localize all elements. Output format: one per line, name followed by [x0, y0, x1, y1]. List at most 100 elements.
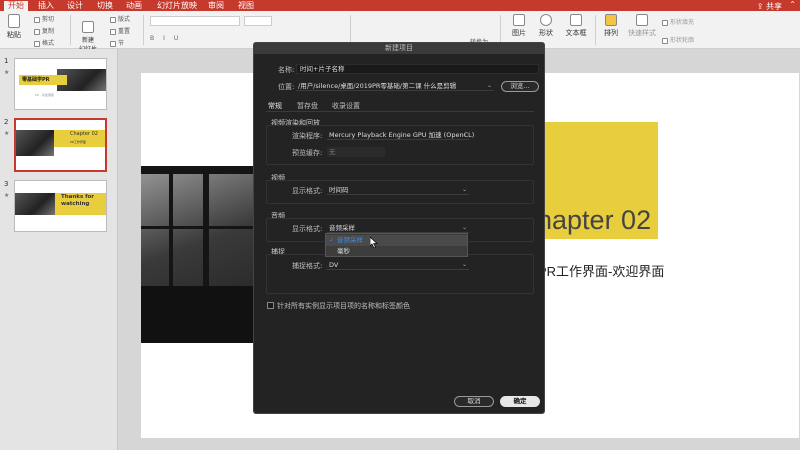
reset-label: 重置 — [118, 28, 131, 35]
cancel-button[interactable]: 取消 — [454, 396, 494, 407]
scissors-icon — [34, 16, 40, 23]
thumbnail-title: Thanks for watching — [61, 194, 95, 207]
shape-button[interactable]: 形状 — [535, 14, 557, 38]
quick-styles-button[interactable]: 快速样式 — [627, 14, 657, 38]
show-label-color-checkbox[interactable] — [267, 302, 274, 309]
chevron-down-icon: ⌄ — [486, 82, 492, 89]
star-icon: ★ — [4, 69, 10, 76]
location-select[interactable]: /用户/silence/桌面/2019PR零基础/第二课 什么是剪辑 ⌄ — [296, 81, 494, 91]
ok-button[interactable]: 确定 — [500, 396, 540, 407]
checkmark-icon: ✓ — [329, 237, 335, 244]
section-button[interactable]: 节 — [110, 38, 124, 47]
video-format-select[interactable]: 时间码 ⌄ — [327, 185, 469, 195]
ribbon-divider — [143, 15, 144, 45]
tab-insert[interactable]: 插入 — [38, 1, 54, 10]
tab-scratch-disks[interactable]: 暂存盘 — [297, 101, 318, 111]
shape-label: 形状 — [539, 29, 553, 37]
chapter-subtitle: PR工作界面-欢迎界面 — [538, 264, 665, 279]
paint-bucket-icon — [662, 19, 668, 26]
tab-home[interactable]: 开始 — [4, 1, 28, 11]
expand-icon[interactable]: ⌃ — [789, 0, 796, 9]
location-label: 位置: — [278, 83, 295, 91]
chevron-down-icon: ⌄ — [461, 224, 467, 231]
format-painter-button[interactable]: 格式 — [34, 38, 54, 47]
audio-format-dropdown: ✓ 音频采样 毫秒 — [325, 233, 468, 257]
tab-transitions[interactable]: 切换 — [97, 1, 113, 10]
font-size-select[interactable] — [244, 16, 272, 26]
pen-icon — [662, 37, 668, 44]
section-icon — [110, 40, 116, 47]
paste-label: 粘贴 — [7, 31, 21, 39]
layout-icon — [110, 16, 116, 23]
layout-button[interactable]: 版式 — [110, 14, 130, 23]
ribbon-divider — [595, 15, 596, 45]
shape-outline-button[interactable]: 形状轮廓 — [662, 35, 694, 44]
audio-format-select[interactable]: 音频采样 ⌄ — [327, 223, 469, 233]
font-name-select[interactable] — [150, 16, 240, 26]
ribbon-divider — [70, 15, 71, 45]
slide-number: 2 — [4, 118, 9, 126]
layout-label: 版式 — [118, 16, 131, 23]
arrange-button[interactable]: 排列 — [600, 14, 622, 38]
textbox-button[interactable]: 文本框 — [563, 14, 589, 38]
menu-item-label: 音频采样 — [337, 236, 363, 244]
chevron-down-icon: ⌄ — [461, 131, 467, 138]
textbox-icon — [570, 14, 582, 26]
tab-review[interactable]: 审阅 — [208, 1, 224, 10]
renderer-select[interactable]: Mercury Playback Engine GPU 加速 (OpenCL) … — [327, 130, 474, 140]
reset-icon — [110, 28, 116, 35]
menu-item-label: 毫秒 — [337, 247, 350, 255]
tab-ingest-settings[interactable]: 收录设置 — [332, 101, 360, 111]
shape-fill-button[interactable]: 形状填充 — [662, 17, 694, 26]
thumbnail-title: Chapter 02 — [70, 131, 98, 137]
paste-icon — [8, 14, 20, 28]
star-icon: ★ — [4, 192, 10, 199]
format-label: 格式 — [42, 40, 55, 47]
capture-format-select[interactable]: DV ⌄ — [327, 260, 469, 270]
cut-button[interactable]: 剪切 — [34, 14, 54, 23]
chapter-title: hapter 02 — [537, 205, 652, 235]
thumbnail-title: 零基础学PR — [22, 77, 50, 83]
menu-item-milliseconds[interactable]: 毫秒 — [326, 246, 467, 257]
ribbon-divider — [500, 15, 501, 45]
menu-tab-bar: 开始 插入 设计 切换 动画 幻灯片放映 审阅 视图 ⇪ 共享 ⌃ — [0, 0, 800, 11]
renderer-label: 渲染程序: — [292, 132, 323, 140]
shape-outline-label: 形状轮廓 — [670, 37, 695, 44]
browse-button[interactable]: 浏览... — [501, 81, 539, 92]
picture-label: 图片 — [512, 29, 526, 37]
tab-slideshow[interactable]: 幻灯片放映 — [157, 1, 197, 10]
slide-number: 1 — [4, 57, 9, 65]
tab-view[interactable]: 视图 — [238, 1, 254, 10]
project-name-input[interactable]: 时间+片子名称 — [296, 64, 539, 74]
audio-format-value: 音频采样 — [329, 224, 355, 232]
shape-icon — [540, 14, 552, 26]
slide-thumbnail-2[interactable]: Chapter 02 PR工作界面 — [14, 118, 107, 172]
slide-thumbnail-1[interactable]: 零基础学PR PR · 基础课程 — [14, 58, 107, 110]
paste-button[interactable]: 粘贴 — [4, 14, 24, 40]
font-style-buttons[interactable]: BIU — [150, 35, 187, 42]
thumbnail-photo — [15, 193, 55, 215]
tab-animations[interactable]: 动画 — [126, 1, 142, 10]
slide-thumbnail-pane: 1 ★ 零基础学PR PR · 基础课程 2 ★ Chapter 02 PR工作… — [0, 49, 118, 450]
arrange-label: 排列 — [604, 29, 618, 37]
audio-format-label: 显示格式: — [292, 225, 323, 233]
brush-icon — [34, 40, 40, 47]
quick-styles-icon — [636, 14, 648, 26]
capture-format-value: DV — [329, 261, 339, 269]
dialog-title: 新建项目 — [254, 43, 544, 54]
tab-design[interactable]: 设计 — [67, 1, 83, 10]
slide-number: 3 — [4, 180, 9, 188]
renderer-value: Mercury Playback Engine GPU 加速 (OpenCL) — [329, 131, 475, 139]
menu-item-audio-samples[interactable]: ✓ 音频采样 — [326, 235, 467, 246]
copy-button[interactable]: 复制 — [34, 26, 54, 35]
chevron-down-icon: ⌄ — [461, 261, 467, 268]
picture-button[interactable]: 图片 — [508, 14, 530, 38]
chevron-down-icon: ⌄ — [461, 186, 467, 193]
reset-button[interactable]: 重置 — [110, 26, 130, 35]
slide-photo — [141, 166, 254, 343]
share-label: 共享 — [766, 2, 782, 11]
slide-thumbnail-3[interactable]: Thanks for watching — [14, 180, 107, 232]
preview-cache-select[interactable]: 无 — [327, 147, 385, 157]
cut-label: 剪切 — [42, 16, 55, 23]
thumbnail-subtitle: PR工作界面 — [70, 140, 86, 144]
